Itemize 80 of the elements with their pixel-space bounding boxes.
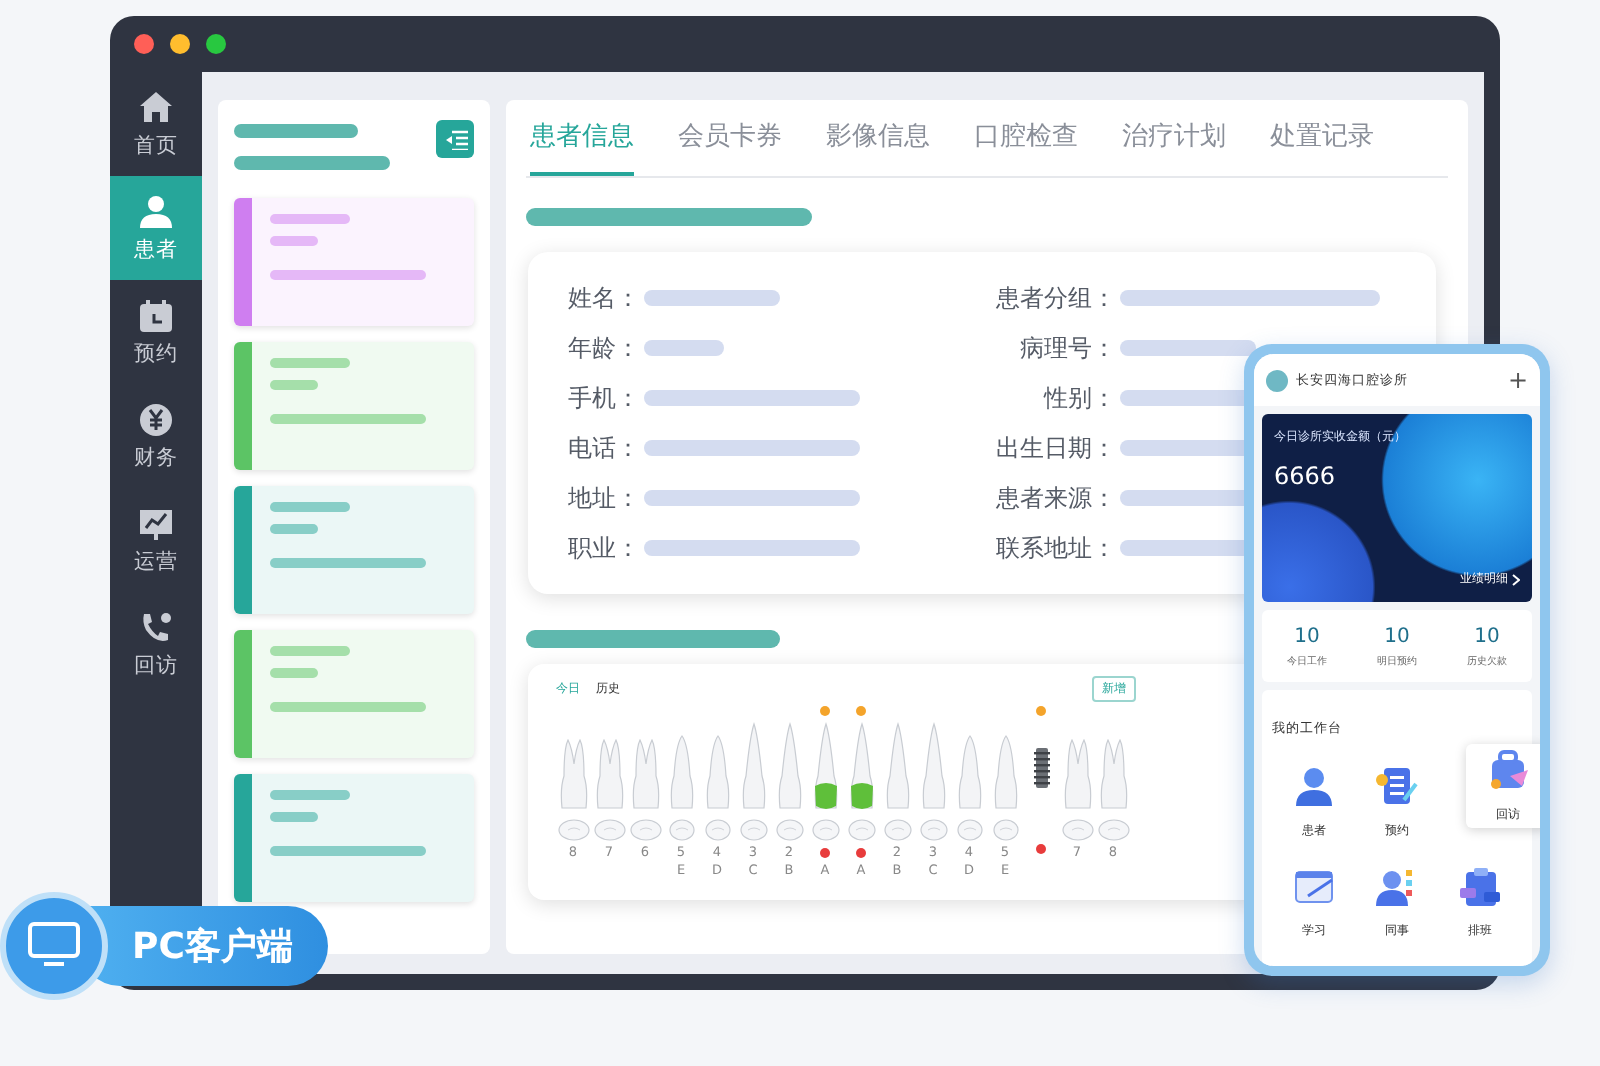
clinic-logo-icon	[1266, 369, 1288, 391]
placeholder-bar	[644, 340, 724, 356]
minimize-icon[interactable]	[170, 34, 190, 54]
clipboard-icon	[1458, 864, 1503, 908]
placeholder-bar	[270, 380, 318, 390]
placeholder-bar	[270, 646, 350, 656]
yen-icon	[138, 401, 174, 437]
menu-icon	[443, 129, 467, 149]
field-label: 联系地址：	[994, 532, 1116, 566]
placeholder-bar	[234, 124, 358, 138]
revenue-amount: 6666	[1274, 462, 1338, 490]
patient-card[interactable]	[234, 486, 474, 614]
crowned-tooth-drawing[interactable]	[845, 720, 877, 812]
placeholder-bar	[270, 502, 350, 512]
stat-value: 10	[1384, 625, 1410, 647]
add-button[interactable]: +	[1507, 368, 1528, 392]
occlusal-tooth-drawing	[917, 818, 949, 842]
patient-card[interactable]	[234, 774, 474, 902]
field-label: 职业：	[566, 532, 640, 566]
occlusal-tooth-drawing	[809, 818, 841, 842]
occlusal-tooth-drawing	[1097, 818, 1129, 842]
occlusal-tooth-drawing	[845, 818, 877, 842]
calendar-icon	[138, 297, 174, 333]
tooth-drawing[interactable]	[917, 720, 949, 812]
placeholder-bar	[270, 668, 318, 678]
occlusal-tooth-drawing	[593, 818, 625, 842]
bag-icon	[1486, 748, 1531, 792]
stat-value: 10	[1474, 625, 1500, 647]
occlusal-tooth-drawing	[1061, 818, 1093, 842]
occlusal-tooth-drawing	[881, 818, 913, 842]
occlusal-tooth-drawing	[701, 818, 733, 842]
placeholder-bar	[644, 290, 780, 306]
occlusal-tooth-drawing	[773, 818, 805, 842]
placeholder-bar	[270, 524, 318, 534]
stat-value: 10	[1294, 625, 1320, 647]
occlusal-tooth-drawing	[953, 818, 985, 842]
close-icon[interactable]	[134, 34, 154, 54]
form-icon	[1374, 764, 1419, 808]
patient-card[interactable]	[234, 198, 474, 326]
field-label: 姓名：	[566, 282, 640, 316]
field-label: 性别：	[1041, 382, 1116, 416]
placeholder-bar	[270, 812, 318, 822]
chart-icon	[138, 505, 174, 541]
occlusal-tooth-drawing	[665, 818, 697, 842]
phone-icon	[138, 609, 174, 645]
field-label: 年龄：	[566, 332, 640, 366]
person-icon	[138, 193, 174, 229]
person-icon	[1291, 764, 1336, 808]
tooth-drawing[interactable]	[773, 720, 805, 812]
chevron-right-icon	[1512, 573, 1520, 585]
tooth-drawing[interactable]	[881, 720, 913, 812]
monitor-icon	[28, 922, 80, 970]
occlusal-tooth-drawing	[989, 818, 1021, 842]
sidebar-item[interactable]: 运营	[110, 488, 202, 592]
placeholder-bar	[270, 358, 350, 368]
occlusal-tooth-drawing	[557, 818, 589, 842]
placeholder-bar	[270, 790, 350, 800]
sidebar-item[interactable]: 预约	[110, 280, 202, 384]
patient-card[interactable]	[234, 630, 474, 758]
field-label: 患者来源：	[994, 482, 1116, 516]
occlusal-tooth-drawing	[737, 818, 769, 842]
tooth-drawing[interactable]	[737, 720, 769, 812]
placeholder-bar	[270, 214, 350, 224]
crowned-tooth-drawing[interactable]	[809, 720, 841, 812]
field-label: 地址：	[566, 482, 640, 516]
home-icon	[138, 89, 174, 125]
placeholder-bar	[1120, 340, 1256, 356]
field-label: 手机：	[566, 382, 640, 416]
sidebar-item[interactable]: 回访	[110, 592, 202, 696]
field-label: 病理号：	[1018, 332, 1116, 366]
occlusal-tooth-drawing	[629, 818, 661, 842]
sidebar-item[interactable]: 首页	[110, 72, 202, 176]
field-label: 电话：	[566, 432, 640, 466]
collapse-menu-button[interactable]	[436, 120, 474, 158]
field-label: 出生日期：	[994, 432, 1116, 466]
patient-card[interactable]	[234, 342, 474, 470]
sidebar-item[interactable]: 财务	[110, 384, 202, 488]
field-label: 患者分组：	[994, 282, 1116, 316]
maximize-icon[interactable]	[206, 34, 226, 54]
placeholder-bar	[270, 236, 318, 246]
